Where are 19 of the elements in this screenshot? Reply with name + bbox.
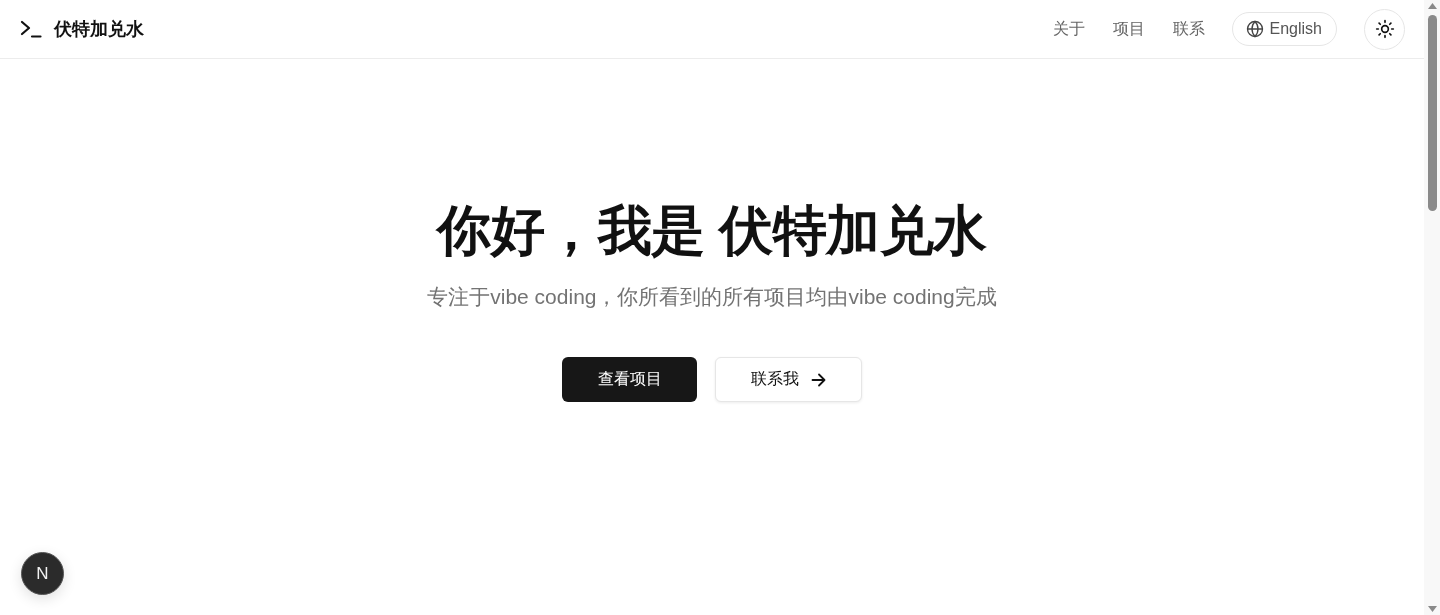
view-projects-button[interactable]: 查看项目: [562, 357, 697, 402]
globe-icon: [1245, 20, 1264, 38]
hero-heading: 你好，我是 伏特加兑水: [437, 199, 987, 262]
site-title[interactable]: 伏特加兑水: [54, 17, 144, 41]
contact-button[interactable]: 联系我: [715, 357, 862, 402]
hero-subtitle: 专注于vibe coding，你所看到的所有项目均由vibe coding完成: [427, 284, 997, 310]
dev-tools-badge[interactable]: N: [21, 552, 64, 595]
language-button[interactable]: English: [1231, 12, 1337, 46]
scroll-down-icon[interactable]: [1427, 606, 1437, 612]
sun-icon: [1374, 19, 1395, 39]
arrow-right-icon: [811, 372, 826, 387]
theme-toggle-button[interactable]: [1364, 8, 1405, 50]
vertical-scrollbar[interactable]: [1424, 0, 1440, 615]
nav-link[interactable]: 项目: [1112, 18, 1145, 40]
nav-link[interactable]: 联系: [1172, 18, 1205, 40]
scroll-up-icon[interactable]: [1427, 3, 1437, 9]
scrollbar-thumb[interactable]: [1427, 15, 1437, 211]
nav-link[interactable]: 关于: [1052, 18, 1085, 40]
terminal-icon: [20, 20, 42, 38]
